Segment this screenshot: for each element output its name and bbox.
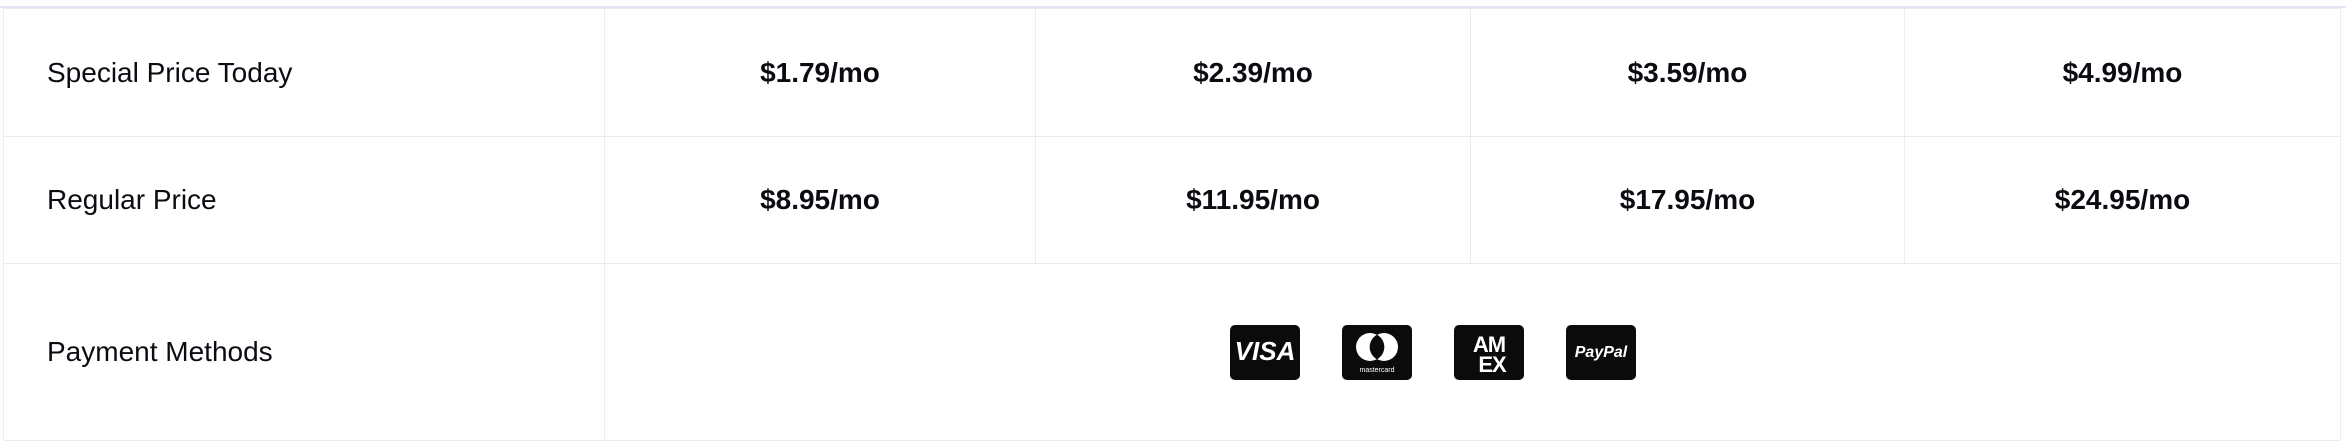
payment-methods-row: Payment Methods VISA mastercard AM EX Pa… [3, 263, 2341, 441]
regular-price-plan-3: $17.95/mo [1470, 136, 1905, 264]
pricing-comparison-table: Special Price Today $1.79/mo $2.39/mo $3… [3, 8, 2341, 441]
payment-methods-cell: VISA mastercard AM EX PayPal [604, 263, 2341, 441]
regular-price-plan-1: $8.95/mo [604, 136, 1036, 264]
payment-icons: VISA mastercard AM EX PayPal [1229, 324, 1636, 380]
special-price-plan-3: $3.59/mo [1470, 8, 1905, 137]
special-price-row: Special Price Today $1.79/mo $2.39/mo $3… [3, 8, 2341, 137]
svg-text:EX: EX [1478, 352, 1507, 377]
mastercard-card-icon: mastercard [1341, 324, 1412, 380]
mastercard-text: mastercard [1359, 367, 1394, 374]
paypal-card-icon: PayPal [1565, 324, 1636, 380]
regular-price-plan-4: $24.95/mo [1904, 136, 2341, 264]
visa-text: VISA [1234, 337, 1295, 366]
regular-price-plan-2: $11.95/mo [1035, 136, 1471, 264]
special-price-plan-1: $1.79/mo [604, 8, 1036, 137]
special-price-plan-2: $2.39/mo [1035, 8, 1471, 137]
regular-price-row: Regular Price $8.95/mo $11.95/mo $17.95/… [3, 136, 2341, 264]
row-label: Regular Price [3, 136, 605, 264]
special-price-plan-4: $4.99/mo [1904, 8, 2341, 137]
row-label: Special Price Today [3, 8, 605, 137]
paypal-text: PayPal [1574, 344, 1627, 361]
top-divider [0, 0, 2346, 8]
amex-card-icon: AM EX [1453, 324, 1524, 380]
row-label: Payment Methods [3, 263, 605, 441]
visa-card-icon: VISA [1229, 324, 1300, 380]
